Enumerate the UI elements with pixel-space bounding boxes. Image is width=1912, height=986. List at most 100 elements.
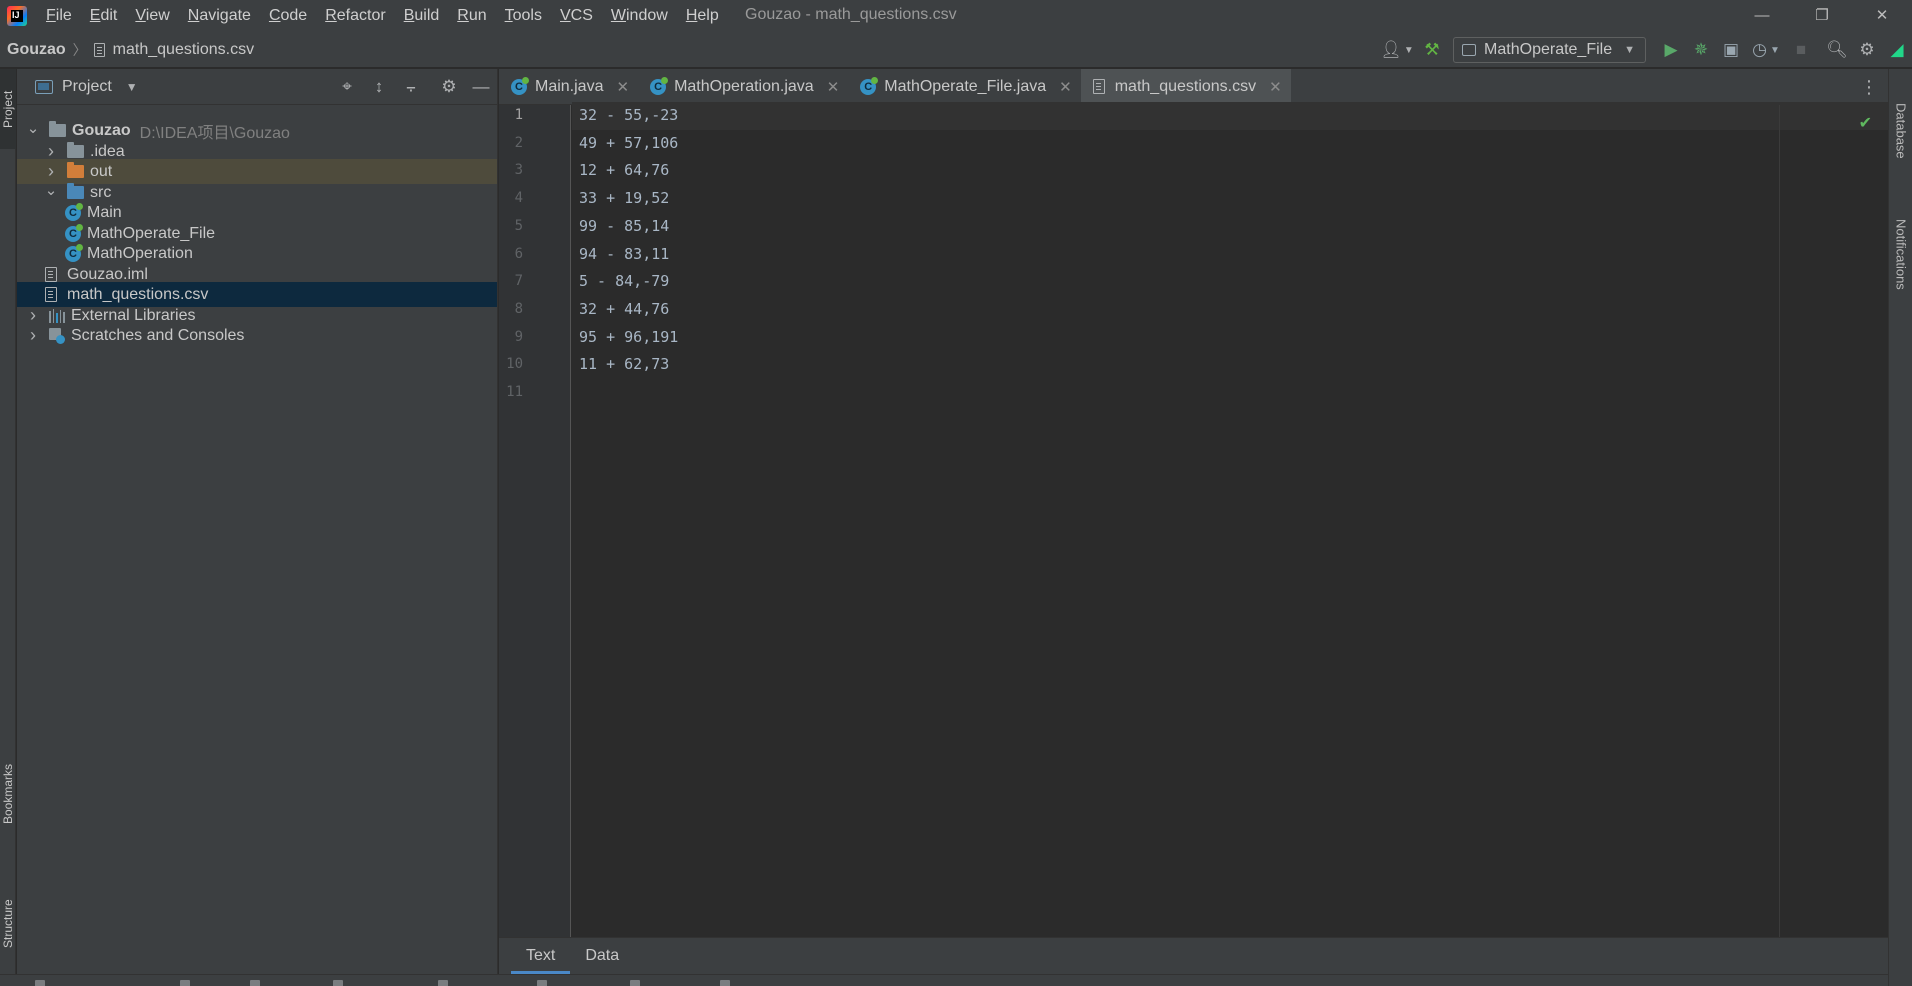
todo-tool-icon[interactable] [250,980,260,986]
bookmarks-tool-tab[interactable]: Bookmarks [0,749,16,839]
menu-mnemonic: E [89,7,101,24]
menu-navigate[interactable]: Navigate [179,0,260,32]
menu-mnemonic: R [457,7,469,24]
profiler-tool-icon[interactable] [630,980,640,986]
close-window-button[interactable]: ✕ [1852,0,1912,30]
run-icon[interactable]: ▶ [1656,35,1686,65]
coverage-icon[interactable]: ▣ [1716,35,1746,65]
tree-item-label: MathOperate_File [87,224,216,242]
run-config-icon [1462,44,1477,56]
editor-gutter[interactable]: 1 2 3 4 5 6 7 8 9 10 11 [499,105,571,937]
breadcrumb-project[interactable]: Gouzao [7,41,66,59]
minimize-button[interactable]: — [1732,0,1792,30]
services-tool-icon[interactable] [537,980,547,986]
code-line[interactable]: 12 + 64,76 [579,157,669,185]
editor-tab-bar: C Main.java ✕ C MathOperation.java ✕ C MathOper… [499,69,1888,105]
menu-build[interactable]: Build [395,0,449,32]
run-configuration-select[interactable]: MathOperate_File ▼ [1453,37,1646,63]
menu-window[interactable]: Window [602,0,677,32]
text-file-icon [1092,79,1105,94]
code-line[interactable]: 5 - 84,-79 [579,268,669,296]
chevron-right-icon[interactable]: › [27,323,39,348]
project-tool-tab[interactable]: Project [0,69,16,149]
tree-item-label: Gouzao [72,121,131,139]
code-line[interactable]: 32 - 55,-23 [579,102,678,130]
tab-text[interactable]: Text [511,938,571,974]
tab-data[interactable]: Data [570,938,634,974]
menu-refactor[interactable]: Refactor [316,0,394,32]
code-line[interactable]: 49 + 57,106 [579,130,678,158]
no-problems-check-icon[interactable]: ✔ [1859,113,1872,133]
breadcrumb-file[interactable]: math_questions.csv [93,41,254,59]
menu-help[interactable]: Help [677,0,728,32]
structure-tool-tab[interactable]: Structure [0,879,16,969]
code-line[interactable]: 33 + 19,52 [579,185,669,213]
version-control-icon[interactable] [35,980,45,986]
tab-label: Text [526,947,556,964]
code-line[interactable]: 11 + 62,73 [579,351,669,379]
jetbrains-toolbox-icon[interactable]: ◢ [1882,35,1912,65]
gear-icon[interactable]: ⚙ [433,73,465,101]
locate-file-icon[interactable]: ⌖ [331,73,363,101]
restore-button[interactable]: ❐ [1792,0,1852,30]
terminal-tool-icon[interactable] [438,980,448,986]
intellij-logo-icon[interactable]: IJ [7,6,27,26]
menu-code[interactable]: Code [260,0,316,32]
close-tab-icon[interactable]: ✕ [1269,78,1282,96]
menu-edit[interactable]: Edit [81,0,127,32]
menu-run[interactable]: Run [448,0,495,32]
close-tab-icon[interactable]: ✕ [1059,78,1072,96]
menu-vcs[interactable]: VCS [551,0,602,32]
code-line[interactable]: 99 - 85,14 [579,213,669,241]
chevron-down-icon[interactable]: ⌄ [45,177,58,202]
expand-all-icon[interactable]: ↕ [363,73,395,101]
project-tool-window: Project ▼ ⌖ ↕ ⨪ ⚙ — ⌄ Gouzao D:\IDEA项目\Gou… [17,69,498,986]
code-line[interactable]: 94 - 83,11 [579,241,669,269]
text-file-icon [93,42,105,57]
menu-tools[interactable]: Tools [496,0,551,32]
search-icon[interactable]: 🔍︎ [1822,35,1852,65]
build-tool-icon[interactable] [720,980,730,986]
line-number: 3 [514,162,523,179]
close-tab-icon[interactable]: ✕ [616,78,629,96]
menu-label-rest: iew [145,7,170,24]
menu-label-rest: ile [55,7,72,24]
user-icon[interactable]: 👤︎ ▼ [1377,35,1417,65]
settings-icon[interactable]: ⚙ [1852,35,1882,65]
run-tool-icon[interactable] [180,980,190,986]
hide-panel-icon[interactable]: — [465,73,497,101]
database-tool-tab[interactable]: Database [1889,81,1912,181]
editor[interactable]: 1 2 3 4 5 6 7 8 9 10 11 ✔ 32 - 55,-23 49 + 57,106 12… [499,102,1888,937]
tree-item-label: math_questions.csv [67,285,209,303]
more-tabs-icon[interactable]: ⋮ [1860,69,1878,105]
run-config-label: MathOperate_File [1484,41,1613,58]
editor-tab-math-questions-csv[interactable]: math_questions.csv ✕ [1080,69,1291,105]
text-file-icon [45,267,57,282]
editor-tab-mathoperate-file-java[interactable]: C MathOperate_File.java ✕ [848,69,1080,104]
close-tab-icon[interactable]: ✕ [827,78,840,96]
breadcrumb-separator: 〉 [72,41,87,58]
code-line[interactable]: 95 + 96,191 [579,324,678,352]
collapse-all-icon[interactable]: ⨪ [395,73,427,101]
build-hammer-icon[interactable]: ⚒ [1417,35,1447,65]
menu-label-rest: ode [280,7,308,24]
tree-item-label: out [90,162,113,180]
chevron-down-icon[interactable]: ⌄ [27,115,40,140]
editor-tab-mathoperation-java[interactable]: C MathOperation.java ✕ [638,69,848,104]
debug-icon[interactable]: ✵ [1686,35,1716,65]
editor-tab-main-java[interactable]: C Main.java ✕ [499,69,638,104]
notifications-tool-tab[interactable]: Notifications [1889,189,1912,319]
main-menu: File Edit View Navigate Code Refactor Build Run… [37,0,728,32]
tab-label: Data [585,947,620,964]
menu-file[interactable]: File [37,0,81,32]
chevron-down-icon[interactable]: ▼ [126,80,138,94]
tree-item-label: src [90,183,112,201]
menu-mnemonic: V [559,7,571,24]
tree-item-scratches-and-consoles[interactable]: › Scratches and Consoles [17,323,497,348]
menu-view[interactable]: View [126,0,178,32]
problems-tool-icon[interactable] [333,980,343,986]
stop-icon[interactable]: ■ [1786,35,1816,65]
project-panel-title[interactable]: Project [62,78,112,96]
profile-icon[interactable]: ◷ ▼ [1746,35,1786,65]
code-line[interactable]: 32 + 44,76 [579,296,669,324]
